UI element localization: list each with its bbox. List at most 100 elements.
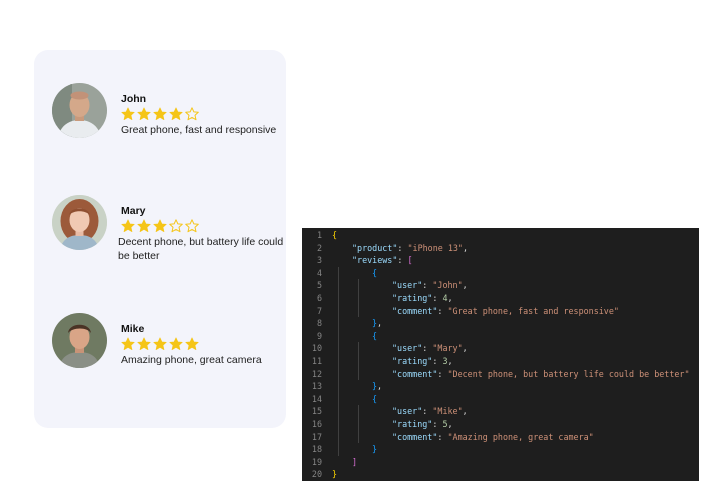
line-number: 15 — [311, 406, 322, 417]
code-token: "comment" — [392, 431, 438, 442]
line-number: 1 — [316, 230, 322, 240]
code-token: "user" — [392, 343, 423, 354]
code-text: { — [372, 267, 377, 280]
code-token: "Great phone, fast and responsive" — [447, 305, 619, 316]
indent-guide — [338, 430, 339, 444]
code-text: } — [332, 468, 337, 481]
indent-guide — [338, 367, 339, 381]
code-line: 1{ — [308, 229, 698, 242]
indent-guide — [338, 354, 339, 368]
indent-guide — [338, 342, 339, 355]
code-token: : — [422, 343, 433, 354]
code-token: "user" — [392, 406, 423, 417]
code-line: 12 "comment": "Decent phone, but battery … — [308, 367, 698, 381]
reviewer-name: Mike — [121, 323, 145, 335]
code-token: , — [462, 242, 468, 253]
line-number: 20 — [311, 469, 322, 480]
indent-guide — [358, 367, 359, 381]
line-number: 13 — [311, 381, 322, 392]
code-line: 13}, — [308, 380, 698, 393]
code-line: 3 "reviews": [ — [308, 254, 698, 267]
code-token: , — [377, 381, 383, 392]
line-number: 9 — [316, 330, 322, 341]
code-line: 4{ — [308, 266, 698, 280]
code-line: 17 "comment": "Amazing phone, great camer… — [308, 430, 698, 444]
code-token: , — [377, 318, 383, 329]
code-token: : — [437, 431, 448, 442]
code-text: }, — [372, 380, 382, 393]
code-token: : — [432, 355, 443, 366]
line-number: 7 — [316, 305, 322, 316]
code-token: , — [447, 292, 453, 303]
star-rating — [121, 337, 286, 351]
star-filled-icon — [121, 337, 135, 350]
code-token: , — [462, 406, 468, 417]
code-text: "comment": "Decent phone, but battery li… — [392, 368, 690, 381]
person-photo-icon — [52, 83, 107, 138]
code-line: 2 "product": "iPhone 13", — [308, 242, 698, 255]
code-line: 14 { — [308, 392, 698, 406]
indent-guide — [358, 430, 359, 444]
line-number: 16 — [311, 418, 322, 429]
code-line: 11 "rating": 3, — [308, 354, 698, 368]
indent-guide — [358, 279, 359, 292]
star-outline-icon — [169, 219, 183, 233]
code-line: 19] — [308, 456, 698, 469]
code-token: "John" — [432, 280, 463, 291]
code-text: "rating": 4, — [392, 292, 453, 305]
code-token: , — [462, 280, 468, 291]
code-text: "product": "iPhone 13", — [352, 242, 468, 255]
code-line: 7 "comment": "Great phone, fast and respo… — [308, 304, 698, 318]
review-comment: Great phone, fast and responsive — [121, 124, 277, 136]
review-comment: Amazing phone, great camera — [121, 354, 262, 366]
indent-guide — [338, 417, 339, 431]
code-token: { — [332, 230, 338, 240]
line-number: 12 — [311, 368, 322, 379]
code-token: "Mary" — [432, 343, 463, 354]
code-text: }, — [372, 317, 382, 330]
code-text: "reviews": [ — [352, 254, 413, 267]
code-token: } — [372, 444, 378, 455]
review-card: John Great phone, fast and responsive Ma… — [34, 50, 286, 428]
code-text: "rating": 3, — [392, 355, 453, 368]
indent-guide — [358, 342, 359, 355]
line-number: 19 — [311, 456, 322, 467]
code-token: "iPhone 13" — [407, 242, 463, 253]
line-number: 14 — [311, 393, 322, 404]
code-token: "comment" — [392, 368, 438, 379]
line-number: 5 — [316, 280, 322, 291]
indent-guide — [358, 354, 359, 368]
code-text: "rating": 5, — [392, 418, 453, 431]
star-filled-icon — [153, 219, 167, 232]
line-number: 6 — [316, 292, 322, 303]
code-lines: 1{2 "product": "iPhone 13", 3 "reviews": [4… — [308, 229, 698, 481]
avatar-john — [52, 83, 107, 138]
code-token: "reviews" — [352, 255, 398, 266]
json-code-panel: 1{2 "product": "iPhone 13", 3 "reviews": [4… — [302, 228, 699, 481]
line-number: 11 — [311, 355, 322, 366]
star-outline-icon — [185, 219, 199, 233]
code-token: , — [447, 418, 453, 429]
code-text: } — [372, 443, 377, 456]
line-number: 18 — [311, 444, 322, 455]
code-line: 10 "user": "Mary", — [308, 342, 698, 355]
code-token: : — [437, 368, 448, 379]
indent-guide — [358, 405, 359, 418]
code-token: "Mike" — [432, 406, 463, 417]
code-line: 20} — [308, 468, 698, 481]
code-text: "user": "Mary", — [392, 342, 468, 355]
code-text: "user": "Mike", — [392, 405, 468, 418]
indent-guide — [338, 304, 339, 318]
code-token: "rating" — [392, 292, 433, 303]
review-item-mary: Mary Decent phone, but battery life coul… — [34, 195, 286, 262]
indent-guide — [358, 417, 359, 431]
star-filled-icon — [121, 107, 135, 120]
code-text: { — [372, 330, 377, 343]
line-number: 3 — [316, 255, 322, 266]
star-filled-icon — [137, 337, 151, 350]
review-item-john: John Great phone, fast and responsive — [34, 83, 286, 143]
code-token: "rating" — [392, 355, 433, 366]
code-text: { — [332, 229, 337, 242]
code-token: : — [397, 255, 408, 266]
star-filled-icon — [137, 219, 151, 232]
